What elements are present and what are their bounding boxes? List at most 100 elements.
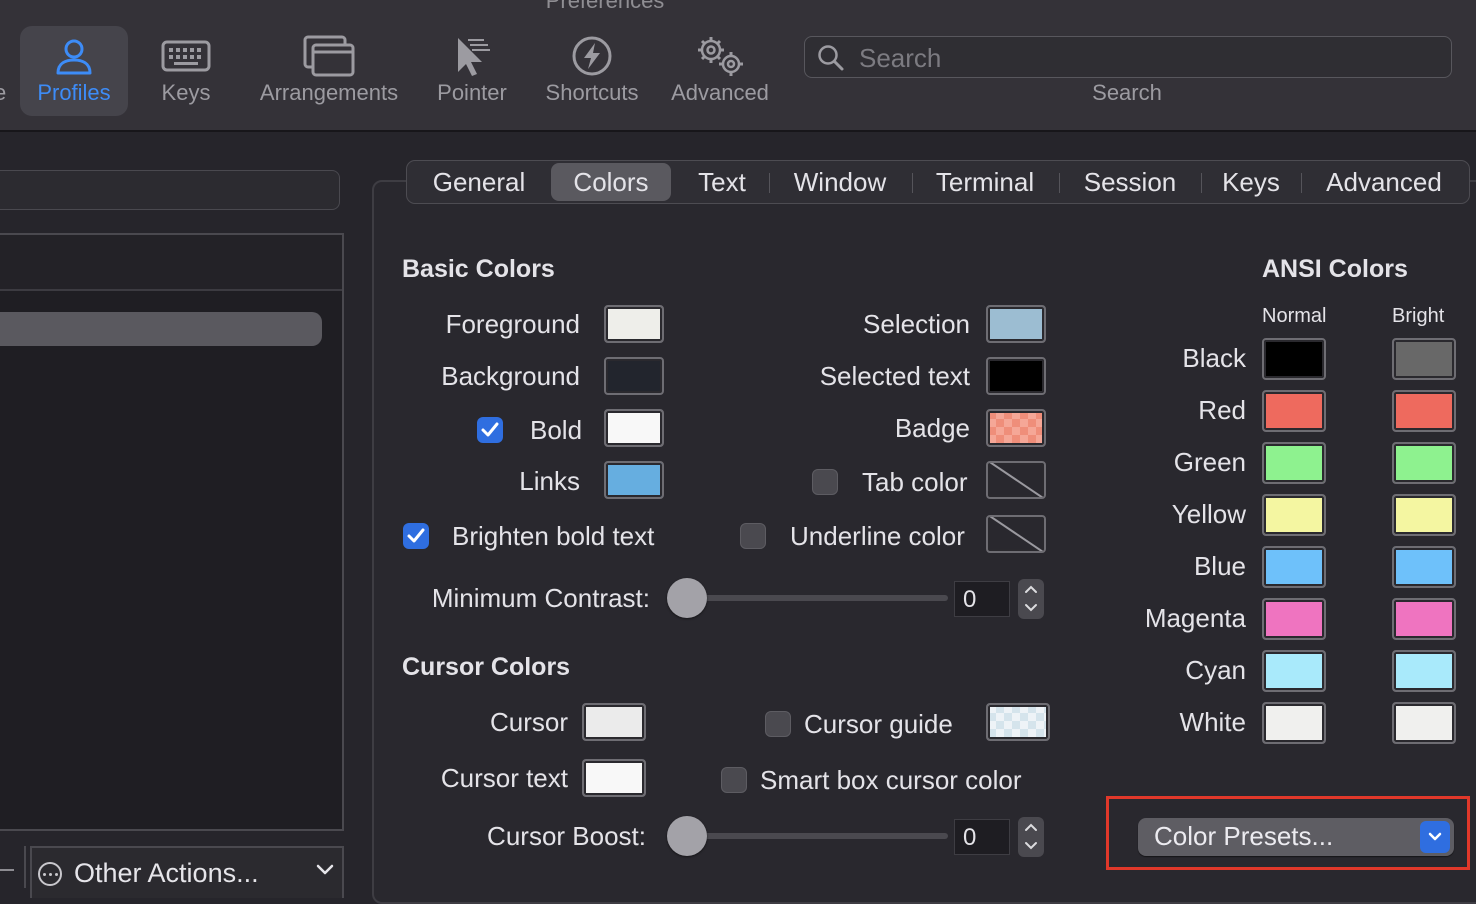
cursor-boost-stepper[interactable] <box>1018 817 1044 857</box>
tab-general[interactable]: General <box>415 163 543 201</box>
tab-text[interactable]: Text <box>679 163 765 201</box>
selection-color-well[interactable] <box>986 305 1046 343</box>
toolbar-item-arrangements[interactable]: Arrangements <box>250 26 408 116</box>
ansi-bright-header: Bright <box>1392 305 1445 327</box>
bold-color-well[interactable] <box>604 409 664 447</box>
profile-tabs: General Colors Text Window Terminal Sess… <box>406 160 1470 204</box>
cursor-color-well[interactable] <box>582 703 646 741</box>
tab-session[interactable]: Session <box>1067 163 1193 201</box>
ansi-magenta-label: Magenta <box>1144 603 1246 633</box>
smart-box-cursor-label: Smart box cursor color <box>760 765 1022 795</box>
minimum-contrast-slider-knob[interactable] <box>667 578 707 618</box>
ansi-green-normal-well[interactable] <box>1262 442 1326 484</box>
cursor-text-color-well[interactable] <box>582 759 646 797</box>
ansi-cyan-normal-well[interactable] <box>1262 650 1326 692</box>
search-icon <box>818 45 844 71</box>
chevron-up-icon <box>1025 585 1037 593</box>
tab-color-label: Tab color <box>862 467 968 497</box>
toolbar-item-cut-label[interactable]: e <box>0 80 6 106</box>
color-presets-label: Color Presets... <box>1154 821 1334 851</box>
ansi-black-bright-well[interactable] <box>1392 338 1456 380</box>
window-title: Preferences <box>545 0 665 13</box>
minimum-contrast-label: Minimum Contrast: <box>431 583 650 613</box>
toolbar-item-profiles[interactable]: Profiles <box>20 26 128 116</box>
selected-text-color-well[interactable] <box>986 357 1046 395</box>
other-actions-button[interactable]: Other Actions... <box>30 846 344 898</box>
smart-box-cursor-checkbox[interactable] <box>721 767 747 793</box>
cursor-boost-slider-track[interactable] <box>686 833 948 839</box>
selection-label: Selection <box>863 309 970 339</box>
cursor-guide-label: Cursor guide <box>804 709 953 739</box>
ansi-green-bright-well[interactable] <box>1392 442 1456 484</box>
ansi-white-label: White <box>1179 707 1246 737</box>
checkmark-icon <box>407 528 425 543</box>
underline-color-checkbox[interactable] <box>740 523 766 549</box>
toolbar-item-keys[interactable]: Keys <box>144 26 228 116</box>
profile-list[interactable] <box>0 233 344 831</box>
search-input[interactable] <box>857 39 1421 77</box>
profile-list-selected-row[interactable] <box>0 312 322 346</box>
cursor-text-label: Cursor text <box>440 763 568 793</box>
tab-color-well[interactable] <box>986 461 1046 499</box>
color-presets-popup[interactable]: Color Presets... <box>1138 818 1454 856</box>
foreground-color-well[interactable] <box>604 305 664 343</box>
windows-icon <box>250 35 408 77</box>
selected-text-label: Selected text <box>819 361 970 391</box>
cursor-guide-color-well[interactable] <box>986 703 1050 741</box>
ansi-red-normal-well[interactable] <box>1262 390 1326 432</box>
ansi-white-normal-well[interactable] <box>1262 702 1326 744</box>
cursor-colors-title: Cursor Colors <box>402 653 571 681</box>
minimum-contrast-field[interactable]: 0 <box>954 581 1010 617</box>
cursor-guide-checkbox[interactable] <box>765 711 791 737</box>
remove-profile-button[interactable] <box>0 846 26 888</box>
links-color-well[interactable] <box>604 461 664 499</box>
ansi-blue-normal-well[interactable] <box>1262 546 1326 588</box>
badge-label: Badge <box>894 413 970 443</box>
ansi-green-label: Green <box>1173 447 1246 477</box>
ansi-magenta-bright-well[interactable] <box>1392 598 1456 640</box>
ansi-blue-bright-well[interactable] <box>1392 546 1456 588</box>
minimum-contrast-slider-track[interactable] <box>686 595 948 601</box>
chevron-down-icon <box>1025 842 1037 850</box>
chevron-down-icon <box>316 864 334 875</box>
ansi-magenta-normal-well[interactable] <box>1262 598 1326 640</box>
background-label: Background <box>441 361 580 391</box>
ansi-black-normal-well[interactable] <box>1262 338 1326 380</box>
toolbar-item-label: Shortcuts <box>545 80 639 105</box>
toolbar-item-pointer[interactable]: Pointer <box>428 26 516 116</box>
minimum-contrast-stepper[interactable] <box>1018 579 1044 619</box>
ansi-yellow-label: Yellow <box>1171 499 1246 529</box>
bold-label: Bold <box>530 415 583 445</box>
tab-keys[interactable]: Keys <box>1207 163 1295 201</box>
underline-color-well[interactable] <box>986 515 1046 553</box>
cursor-boost-slider-knob[interactable] <box>667 816 707 856</box>
tab-window[interactable]: Window <box>777 163 903 201</box>
brighten-bold-label: Brighten bold text <box>452 521 655 551</box>
gears-icon <box>664 36 776 76</box>
ansi-yellow-bright-well[interactable] <box>1392 494 1456 536</box>
bold-checkbox[interactable] <box>477 417 503 443</box>
ansi-normal-header: Normal <box>1262 305 1327 327</box>
brighten-bold-checkbox[interactable] <box>403 523 429 549</box>
ansi-cyan-bright-well[interactable] <box>1392 650 1456 692</box>
search-field[interactable] <box>804 36 1452 78</box>
chevron-down-icon <box>1025 604 1037 612</box>
tab-advanced[interactable]: Advanced <box>1309 163 1459 201</box>
toolbar-item-label: Pointer <box>437 80 507 105</box>
toolbar: Preferences e Profiles Keys Arrangements… <box>0 0 1476 132</box>
toolbar-item-advanced[interactable]: Advanced <box>664 26 776 116</box>
tab-terminal[interactable]: Terminal <box>919 163 1051 201</box>
ansi-red-bright-well[interactable] <box>1392 390 1456 432</box>
chevron-up-icon <box>1025 823 1037 831</box>
bolt-icon <box>538 36 646 76</box>
badge-color-well[interactable] <box>986 409 1046 447</box>
profile-filter-field[interactable] <box>0 170 340 210</box>
tab-color-checkbox[interactable] <box>812 469 838 495</box>
foreground-label: Foreground <box>445 309 580 339</box>
background-color-well[interactable] <box>604 357 664 395</box>
ansi-white-bright-well[interactable] <box>1392 702 1456 744</box>
tab-colors[interactable]: Colors <box>551 163 671 201</box>
cursor-boost-field[interactable]: 0 <box>954 819 1010 855</box>
ansi-yellow-normal-well[interactable] <box>1262 494 1326 536</box>
toolbar-item-shortcuts[interactable]: Shortcuts <box>538 26 646 116</box>
